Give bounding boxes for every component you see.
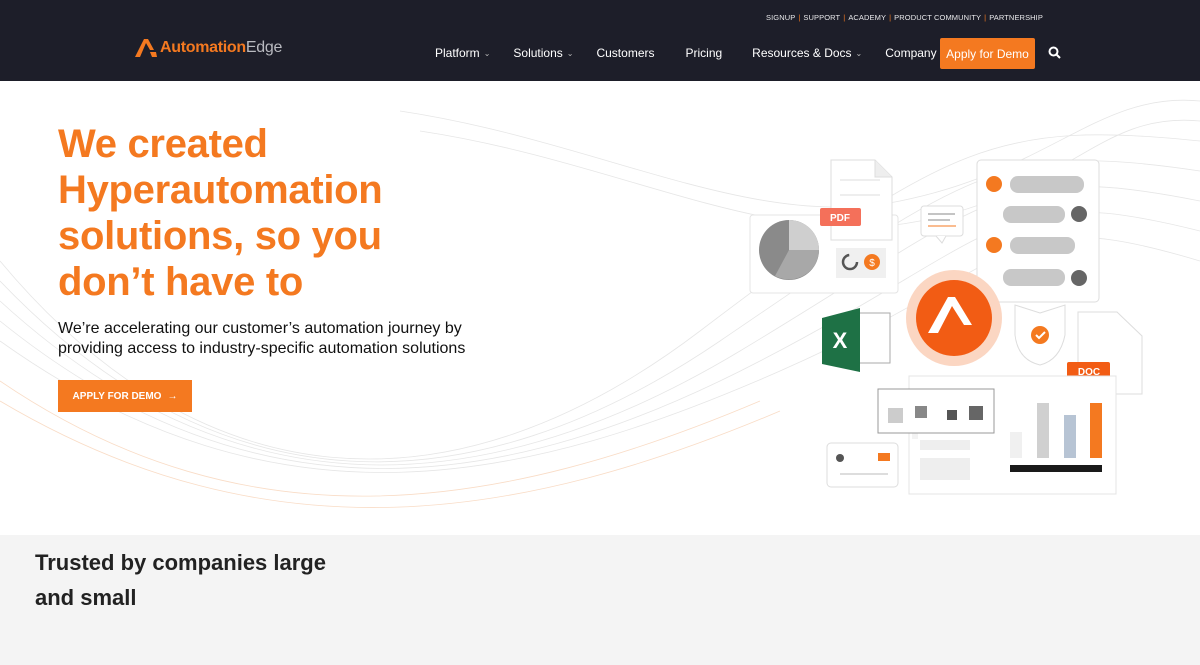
chevron-down-icon: ⌄	[855, 48, 863, 58]
link-product-community[interactable]: PRODUCT COMMUNITY	[894, 13, 981, 22]
arrow-right-icon: →	[167, 390, 178, 402]
link-support[interactable]: SUPPORT	[803, 13, 840, 22]
logo-icon	[135, 39, 157, 57]
menu-customers[interactable]: Customers	[596, 46, 654, 60]
link-partnership[interactable]: PARTNERSHIP	[989, 13, 1043, 22]
menu-resources-docs[interactable]: Resources & Docs ⌄	[752, 46, 862, 60]
menu-label: Platform	[435, 46, 480, 60]
menu-company[interactable]: Company⌄	[885, 46, 947, 60]
chevron-down-icon: ⌄	[483, 48, 491, 58]
trusted-title: Trusted by companies large and small	[35, 550, 326, 610]
menu-label: Company	[885, 46, 937, 60]
apply-for-demo-button[interactable]: Apply for Demo	[940, 38, 1035, 69]
menu-pricing[interactable]: Pricing	[685, 46, 722, 60]
search-icon[interactable]	[1048, 46, 1061, 64]
hero-title: We created Hyperautomation solutions, so…	[58, 122, 383, 304]
logo[interactable]: AutomationEdge	[135, 38, 282, 58]
pdf-label: PDF	[830, 213, 850, 224]
hero-apply-for-demo-button[interactable]: APPLY FOR DEMO →	[58, 380, 192, 412]
logo-text-automation: Automation	[160, 39, 246, 56]
excel-icon: X	[822, 308, 891, 372]
toggle-card	[826, 442, 899, 488]
logo-text-edge: Edge	[245, 39, 283, 56]
toolbar-window	[877, 388, 995, 434]
utility-links: SIGNUP | SUPPORT | ACADEMY | PRODUCT COMMUNITY…	[766, 13, 1043, 22]
menu-solutions[interactable]: Solutions ⌄	[513, 46, 573, 60]
link-academy[interactable]: ACADEMY	[848, 13, 886, 22]
cta-label: APPLY FOR DEMO	[72, 390, 162, 402]
menu-label: Customers	[596, 46, 655, 60]
excel-letter: X	[833, 328, 848, 353]
menu-platform[interactable]: Platform ⌄	[435, 46, 490, 60]
menu-label: Resources & Docs	[752, 46, 852, 60]
top-navbar: SIGNUP | SUPPORT | ACADEMY | PRODUCT COMMUNITY…	[0, 0, 1200, 81]
dollar-icon: $	[869, 258, 875, 269]
hero-section: We created Hyperautomation solutions, so…	[0, 81, 1200, 535]
chevron-down-icon: ⌄	[566, 48, 574, 58]
automation-illustration: $ PDF X DOC	[749, 159, 1143, 495]
trusted-section: Trusted by companies large and small	[0, 535, 1200, 665]
pdf-document-icon: PDF	[820, 159, 893, 241]
main-menu: Platform ⌄ Solutions ⌄ Customers Pricing R…	[435, 46, 970, 60]
chat-window	[976, 159, 1100, 303]
shield-check-icon	[1014, 304, 1066, 366]
automationedge-logo-badge	[906, 270, 1002, 366]
menu-label: Pricing	[685, 46, 723, 60]
message-bubble-icon	[920, 205, 964, 244]
hero-subtitle: We’re accelerating our customer’s automa…	[58, 320, 466, 357]
link-signup[interactable]: SIGNUP	[766, 13, 795, 22]
menu-label: Solutions	[513, 46, 563, 60]
